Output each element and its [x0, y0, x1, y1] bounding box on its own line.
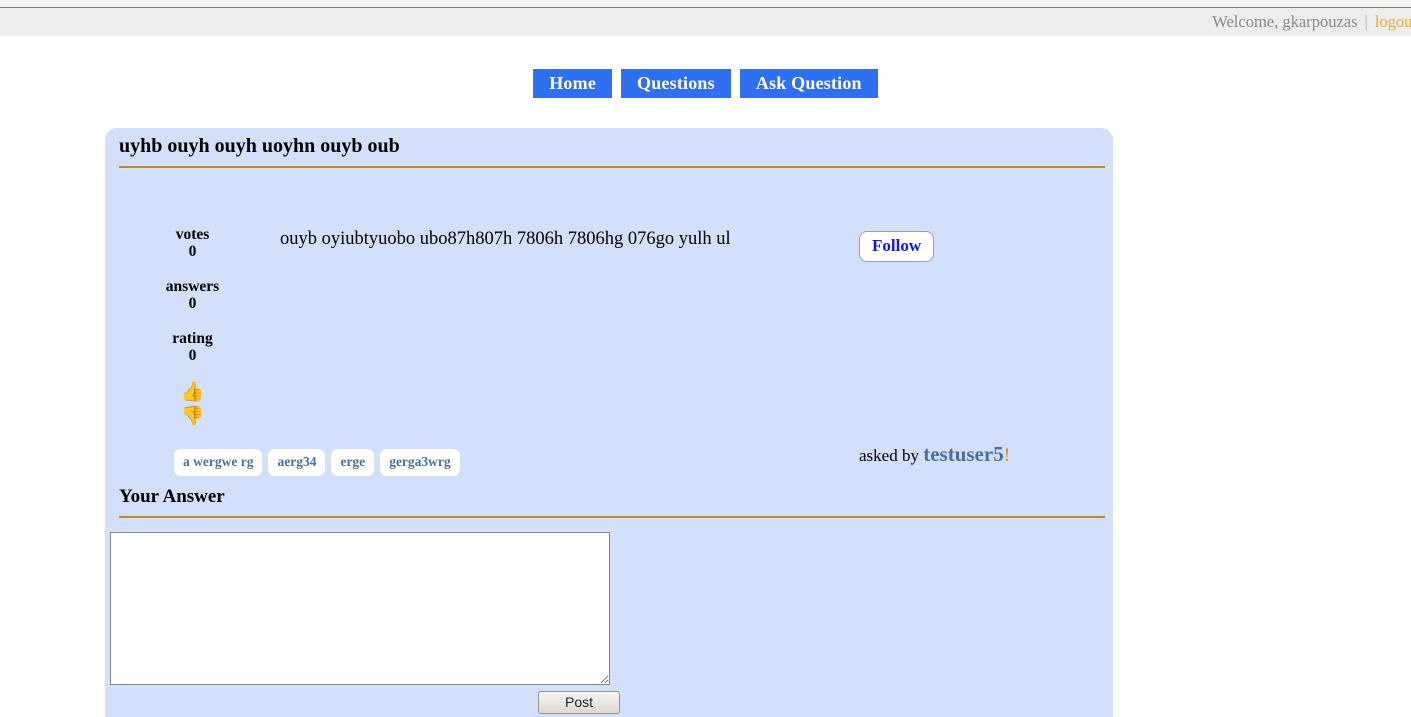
- stat-rating: rating 0: [105, 330, 280, 364]
- answer-form: Post: [105, 518, 1113, 714]
- nav-questions-button[interactable]: Questions: [621, 69, 731, 98]
- asked-by-prefix: asked by: [859, 446, 923, 465]
- tag-item[interactable]: a wergwe rg: [174, 449, 262, 476]
- logout-link[interactable]: logout: [1375, 12, 1411, 32]
- tag-item[interactable]: gerga3wrg: [380, 449, 459, 476]
- welcome-separator: |: [1358, 12, 1375, 32]
- welcome-bar-inner: Welcome, gkarpouzas | logout: [1212, 12, 1411, 32]
- asked-by-suffix: !: [1004, 445, 1010, 466]
- tag-item[interactable]: aerg34: [268, 449, 325, 476]
- question-text: ouyb oyiubtyuobo ubo87h807h 7806h 7806hg…: [280, 228, 940, 250]
- asked-by-line: asked by testuser5!: [859, 442, 1010, 467]
- nav-home-button[interactable]: Home: [533, 69, 612, 98]
- stat-votes: votes 0: [105, 226, 280, 260]
- stat-answers: answers 0: [105, 278, 280, 312]
- thumbs-up-icon[interactable]: 👍: [105, 380, 280, 404]
- stat-answers-value: 0: [105, 295, 280, 312]
- stat-votes-label: votes: [176, 226, 210, 243]
- question-title: uyhb ouyh ouyh uoyhn ouyb oub: [105, 128, 1113, 158]
- thumbs-down-icon[interactable]: 👎: [105, 404, 280, 428]
- main-navigation: Home Questions Ask Question: [0, 69, 1411, 98]
- your-answer-heading: Your Answer: [105, 486, 1113, 508]
- stat-rating-value: 0: [105, 347, 280, 364]
- page-top-cutoff-strip: [0, 0, 1411, 8]
- post-answer-button[interactable]: Post: [538, 691, 620, 714]
- follow-button[interactable]: Follow: [859, 231, 934, 262]
- cutoff-ghost-text-4: [775, 0, 778, 3]
- vote-controls: 👍 👎: [105, 380, 280, 428]
- answer-textarea[interactable]: [110, 532, 610, 685]
- cutoff-ghost-text-2: [540, 0, 543, 3]
- welcome-message: Welcome, gkarpouzas: [1212, 12, 1357, 32]
- question-panel: uyhb ouyh ouyh uoyhn ouyb oub votes 0 an…: [105, 128, 1113, 717]
- asked-by-username-link[interactable]: testuser5: [923, 442, 1003, 466]
- welcome-bar: Welcome, gkarpouzas | logout: [0, 8, 1411, 36]
- tag-item[interactable]: erge: [331, 449, 374, 476]
- stat-rating-label: rating: [172, 330, 212, 347]
- stat-votes-value: 0: [105, 243, 280, 260]
- question-tags: a wergwe rg aerg34 erge gerga3wrg: [174, 449, 460, 476]
- question-body-area: votes 0 answers 0 rating 0 👍 👎 ouyb oyiu…: [105, 168, 1113, 486]
- nav-ask-question-button[interactable]: Ask Question: [740, 69, 878, 98]
- stat-answers-label: answers: [166, 278, 219, 295]
- cutoff-ghost-text-3: [700, 0, 703, 3]
- post-button-row: Post: [110, 691, 620, 714]
- follow-button-wrapper: Follow: [859, 231, 934, 262]
- question-stats: votes 0 answers 0 rating 0: [105, 226, 280, 382]
- cutoff-ghost-text-1: [148, 0, 151, 3]
